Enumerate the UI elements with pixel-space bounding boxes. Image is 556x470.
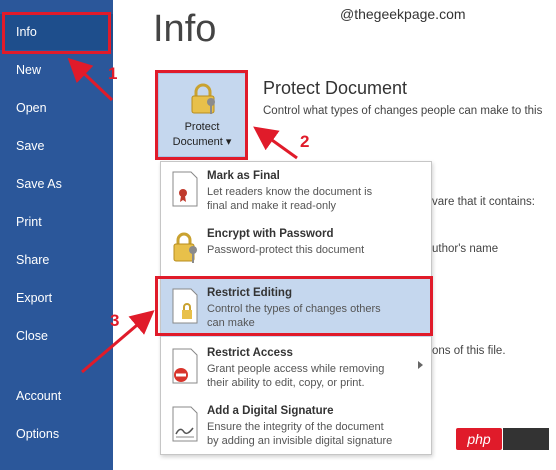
- background-text: uthor's name: [432, 243, 499, 255]
- callout-number-2: 2: [300, 132, 310, 151]
- document-signature-icon: [172, 406, 198, 442]
- sidebar-item-label: New: [16, 63, 42, 77]
- background-text: ons of this file.: [432, 345, 506, 357]
- watermark: @thegeekpage.com: [340, 6, 466, 22]
- sidebar-item-label: Open: [16, 101, 47, 115]
- arrow-2: [253, 126, 298, 160]
- callout-number-3: 3: [110, 311, 120, 330]
- menu-item-restrict-access[interactable]: Restrict Access Grant people access whil…: [161, 339, 431, 397]
- sidebar-item-label: Print: [16, 215, 42, 229]
- sidebar-item-label: Save: [16, 139, 45, 153]
- sidebar-item-options[interactable]: Options: [0, 416, 113, 452]
- highlight-info: [2, 12, 111, 54]
- sidebar-item-label: Options: [16, 427, 60, 441]
- sidebar-item-label: Export: [16, 291, 53, 305]
- sidebar-item-export[interactable]: Export: [0, 280, 113, 316]
- menu-item-desc: Let readers know the document is final an…: [207, 186, 373, 212]
- document-no-entry-icon: [172, 348, 198, 384]
- callout-number-1: 1: [108, 64, 118, 83]
- submenu-arrow-icon: [418, 361, 423, 369]
- sidebar-item-close[interactable]: Close: [0, 318, 113, 354]
- lock-key-icon: [173, 232, 197, 263]
- sidebar-item-new[interactable]: New: [0, 52, 113, 88]
- protect-description: Control what types of changes people can…: [263, 105, 543, 117]
- highlight-restrict-editing: [155, 276, 433, 336]
- sidebar-item-save[interactable]: Save: [0, 128, 113, 164]
- menu-item-encrypt-with-password[interactable]: Encrypt with Password Password-protect t…: [161, 220, 431, 278]
- sidebar-item-share[interactable]: Share: [0, 242, 113, 278]
- sidebar-item-open[interactable]: Open: [0, 90, 113, 126]
- menu-item-title: Mark as Final: [207, 170, 280, 182]
- badge-dark-block: [503, 428, 549, 450]
- menu-item-desc: Grant people access while removing their …: [207, 363, 385, 389]
- menu-item-title: Restrict Access: [207, 347, 293, 359]
- menu-item-title: Add a Digital Signature: [207, 405, 334, 417]
- document-ribbon-icon: [172, 171, 198, 207]
- menu-item-mark-as-final[interactable]: Mark as Final Let readers know the docum…: [161, 162, 431, 220]
- menu-item-desc: Password-protect this document: [207, 244, 365, 256]
- sidebar-item-account[interactable]: Account: [0, 378, 113, 414]
- sidebar-item-save-as[interactable]: Save As: [0, 166, 113, 202]
- sidebar-item-print[interactable]: Print: [0, 204, 113, 240]
- highlight-protect: [155, 70, 248, 160]
- php-badge: php: [456, 428, 502, 450]
- menu-item-desc: Ensure the integrity of the document by a…: [207, 421, 393, 447]
- sidebar: Info New Open Save Save As Print Share E…: [0, 0, 113, 470]
- sidebar-item-label: Account: [16, 389, 62, 403]
- sidebar-item-label: Share: [16, 253, 50, 267]
- sidebar-item-label: Save As: [16, 177, 62, 191]
- background-text: vare that it contains:: [432, 196, 535, 208]
- protect-heading: Protect Document: [263, 78, 408, 98]
- sidebar-item-label: Close: [16, 329, 48, 343]
- menu-item-add-digital-signature[interactable]: Add a Digital Signature Ensure the integ…: [161, 397, 431, 455]
- menu-item-title: Encrypt with Password: [207, 228, 334, 240]
- page-title: Info: [153, 8, 217, 50]
